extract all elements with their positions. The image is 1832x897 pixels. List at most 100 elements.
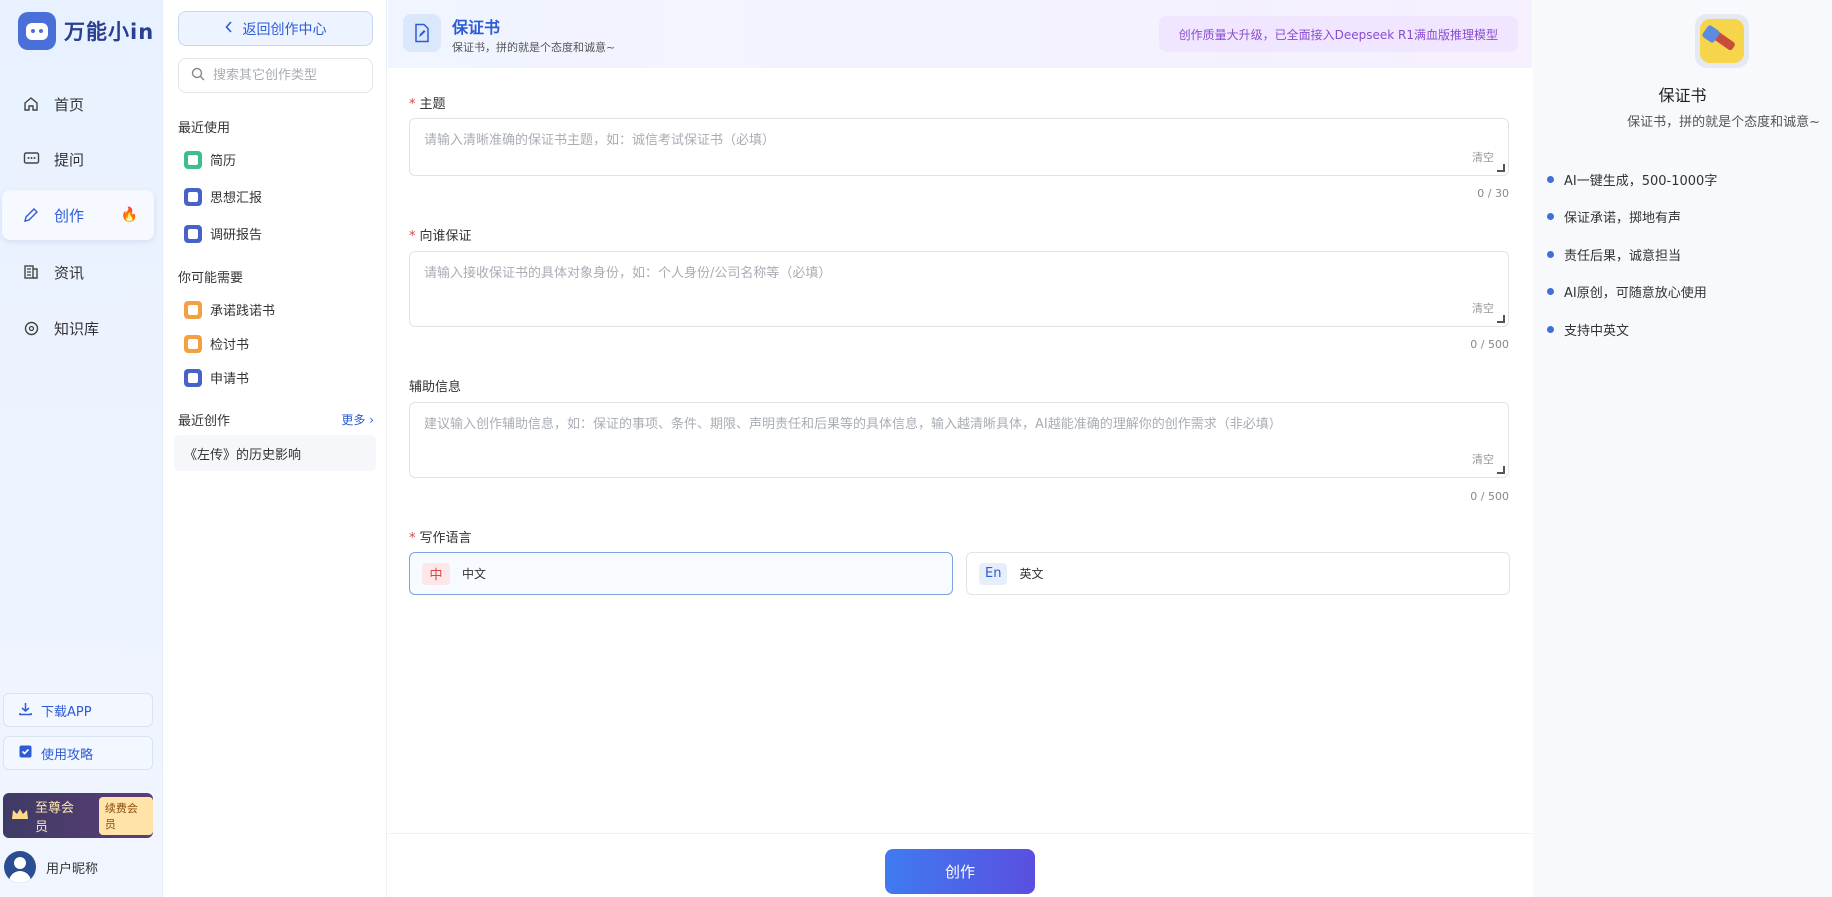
clear-button[interactable]: 清空 <box>1472 451 1494 467</box>
feature-item: 保证承诺，掷地有声 <box>1547 207 1681 226</box>
nav-item-label: 首页 <box>54 95 85 114</box>
char-count: 0 / 30 <box>1477 187 1509 200</box>
download-label: 下载APP <box>41 704 92 720</box>
robot-logo-icon <box>18 12 56 50</box>
brush-icon <box>1700 19 1744 63</box>
recent-used-item-research-report[interactable]: 调研报告 <box>184 224 262 243</box>
extra-info-input[interactable] <box>410 403 1508 477</box>
nav-item-home[interactable]: 首页 <box>2 79 154 129</box>
more-link[interactable]: 更多 › <box>341 411 374 428</box>
create-button[interactable]: 创作 <box>885 849 1035 894</box>
resize-handle-icon[interactable] <box>1497 466 1505 474</box>
extra-info-field[interactable]: 清空 <box>409 402 1509 478</box>
creation-panel: 返回创作中心 最近使用 简历 思想汇报 调研报告 你可能需要 承诺践诺书 检讨书… <box>164 0 387 897</box>
maybe-item-self-criticism[interactable]: 检讨书 <box>184 334 249 353</box>
news-icon <box>22 263 40 281</box>
nav-item-create[interactable]: 创作 🔥 <box>2 190 154 240</box>
bullet-icon <box>1547 288 1554 295</box>
user-profile[interactable]: 用户昵称 <box>4 851 98 883</box>
brand-logo[interactable]: 万能小in <box>18 12 154 50</box>
promo-banner[interactable]: 创作质量大升级，已全面接入Deepseek R1满血版推理模型 <box>1158 16 1518 52</box>
user-name: 用户昵称 <box>46 861 99 877</box>
required-mark: * <box>409 531 416 546</box>
guide-button[interactable]: 使用攻略 <box>3 736 153 770</box>
main-content: 保证书 保证书，拼的就是个态度和诚意~ 创作质量大升级，已全面接入Deepsee… <box>388 0 1532 897</box>
download-icon <box>18 701 33 720</box>
bullet-icon <box>1547 213 1554 220</box>
resume-icon <box>184 150 202 169</box>
list-item-label: 承诺践诺书 <box>210 304 276 319</box>
required-mark: * <box>409 229 416 244</box>
recent-used-item-resume[interactable]: 简历 <box>184 150 236 169</box>
recent-used-item-thought-report[interactable]: 思想汇报 <box>184 187 262 206</box>
maybe-item-application[interactable]: 申请书 <box>184 368 249 387</box>
nav-item-knowledge[interactable]: 知识库 <box>2 303 154 353</box>
list-item-label: 简历 <box>210 154 237 169</box>
brand-name: 万能小in <box>64 20 155 44</box>
feature-item: AI原创，可随意放心使用 <box>1547 282 1707 301</box>
language-option-label: 中文 <box>462 567 487 581</box>
topic-label: * 主题 <box>409 93 446 112</box>
chevron-left-icon <box>224 20 233 37</box>
feature-item: 支持中英文 <box>1547 320 1629 339</box>
feature-text: 责任后果，诚意担当 <box>1564 249 1682 264</box>
feature-text: 保证承诺，掷地有声 <box>1564 211 1682 226</box>
to-whom-field[interactable]: 清空 <box>409 251 1509 327</box>
vip-label: 至尊会员 <box>35 800 75 835</box>
list-item-label: 检讨书 <box>210 338 250 353</box>
language-option-english[interactable]: En 英文 <box>966 552 1510 595</box>
list-item-label: 调研报告 <box>210 228 263 243</box>
nav-item-ask[interactable]: 提问 <box>2 134 154 184</box>
document-icon <box>184 300 202 319</box>
document-edit-icon <box>403 14 441 52</box>
resize-handle-icon[interactable] <box>1497 164 1505 172</box>
back-label: 返回创作中心 <box>242 21 327 38</box>
renew-vip-button[interactable]: 续费会员 <box>98 796 153 835</box>
language-label-text: 写作语言 <box>419 531 472 546</box>
back-to-creation-center-button[interactable]: 返回创作中心 <box>178 11 373 46</box>
brain-icon <box>22 319 40 337</box>
avatar <box>4 851 36 883</box>
download-app-button[interactable]: 下载APP <box>3 693 153 727</box>
left-nav: 万能小in 首页 提问 创作 🔥 资讯 知识库 下载APP 使用攻略 至尊会员 … <box>0 0 163 897</box>
resize-handle-icon[interactable] <box>1497 315 1505 323</box>
guide-check-icon <box>18 744 33 763</box>
search-box[interactable] <box>178 58 373 93</box>
feature-text: AI原创，可随意放心使用 <box>1564 286 1707 301</box>
info-panel: 保证书 保证书，拼的就是个态度和诚意~ AI一键生成，500-1000字 保证承… <box>1533 0 1832 897</box>
language-option-chinese[interactable]: 中 中文 <box>409 552 953 595</box>
nav-item-news[interactable]: 资讯 <box>2 247 154 297</box>
page-header: 保证书 保证书，拼的就是个态度和诚意~ 创作质量大升级，已全面接入Deepsee… <box>388 0 1532 68</box>
maybe-item-commitment[interactable]: 承诺践诺书 <box>184 300 275 319</box>
topic-input[interactable] <box>410 119 1508 175</box>
list-item-label: 申请书 <box>210 372 250 387</box>
topic-label-text: 主题 <box>419 97 446 112</box>
clear-button[interactable]: 清空 <box>1472 300 1494 316</box>
to-whom-label-text: 向谁保证 <box>419 229 472 244</box>
info-title: 保证书 <box>1658 86 1707 105</box>
topic-field[interactable]: 清空 <box>409 118 1509 176</box>
chinese-tag: 中 <box>422 562 450 585</box>
crown-icon <box>11 807 29 825</box>
bullet-icon <box>1547 176 1554 183</box>
language-label: * 写作语言 <box>409 527 472 546</box>
recent-created-item[interactable]: 《左传》的历史影响 <box>174 435 376 471</box>
chevron-right-icon: › <box>369 413 374 427</box>
char-count: 0 / 500 <box>1470 338 1509 351</box>
feature-item: 责任后果，诚意担当 <box>1547 245 1681 264</box>
char-count: 0 / 500 <box>1470 490 1509 503</box>
search-input[interactable] <box>213 68 363 83</box>
nav-item-label: 提问 <box>54 150 85 169</box>
form-footer: 创作 <box>388 833 1532 897</box>
document-icon <box>184 368 202 387</box>
to-whom-label: * 向谁保证 <box>409 225 472 244</box>
to-whom-input[interactable] <box>410 252 1508 326</box>
document-icon <box>184 224 202 243</box>
more-label: 更多 <box>341 413 366 427</box>
nav-item-label: 资讯 <box>54 263 85 282</box>
english-tag: En <box>979 562 1008 585</box>
page-subtitle: 保证书，拼的就是个态度和诚意~ <box>452 41 616 54</box>
fire-icon: 🔥 <box>120 207 138 223</box>
clear-button[interactable]: 清空 <box>1472 149 1494 165</box>
vip-card[interactable]: 至尊会员 续费会员 <box>3 793 153 838</box>
